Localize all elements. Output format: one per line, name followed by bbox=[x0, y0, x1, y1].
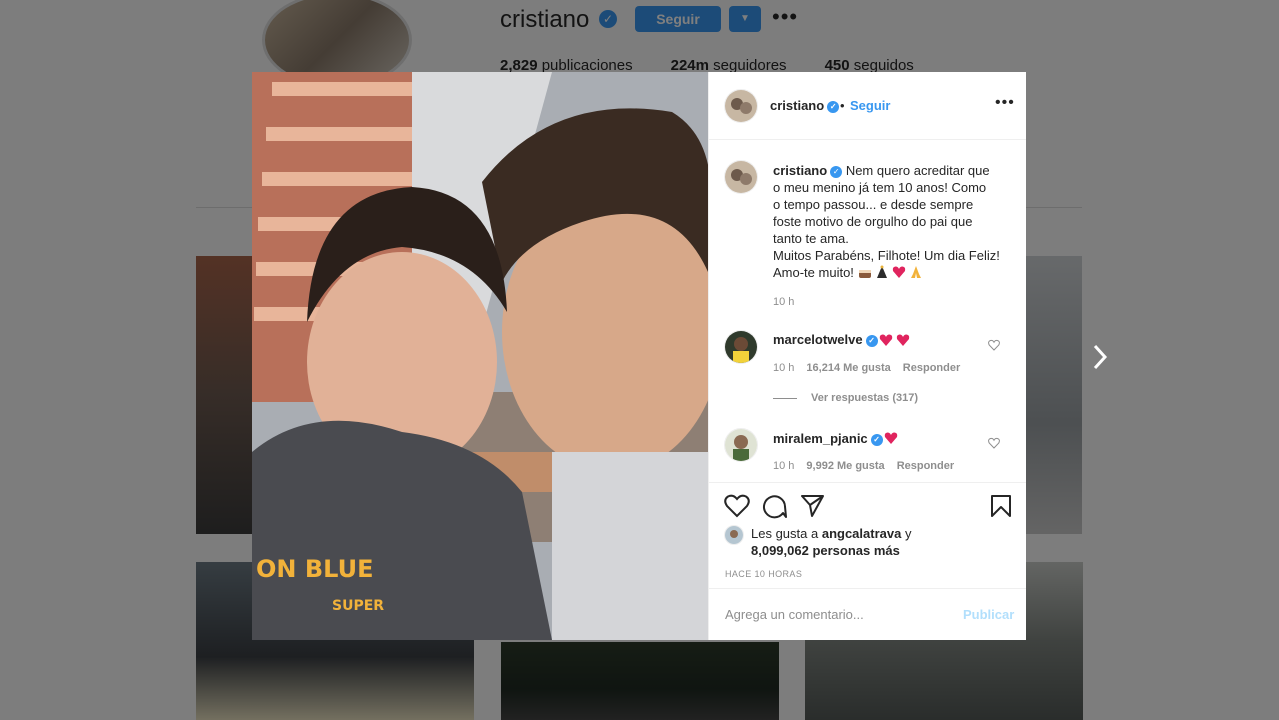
separator-dot: • bbox=[840, 98, 845, 113]
add-comment-bar: Agrega un comentario... Publicar bbox=[709, 588, 1026, 642]
likes-summary: Les gusta a angcalatrava y 8,099,062 per… bbox=[751, 525, 911, 559]
liked-by-user[interactable]: angcalatrava bbox=[822, 526, 902, 541]
comment-time: 10 h bbox=[773, 460, 795, 472]
caption-author-avatar[interactable] bbox=[724, 160, 758, 194]
praying-hands-emoji-icon bbox=[909, 265, 926, 280]
commenter-avatar[interactable] bbox=[724, 428, 758, 462]
cake-emoji-icon bbox=[858, 265, 875, 280]
like-comment-icon[interactable] bbox=[988, 437, 1000, 449]
chevron-right-icon[interactable] bbox=[1092, 343, 1112, 373]
comment-meta: 10 h 16,214 Me gusta Responder bbox=[773, 362, 960, 374]
commenter-avatar[interactable] bbox=[724, 330, 758, 364]
verified-icon: ✓ bbox=[827, 100, 840, 113]
share-icon[interactable] bbox=[800, 494, 825, 518]
verified-icon: ✓ bbox=[870, 433, 883, 446]
post-follow-button[interactable]: Seguir bbox=[850, 98, 890, 113]
more-options-icon[interactable]: ••• bbox=[995, 94, 1015, 112]
post-timestamp[interactable]: HACE 10 HORAS bbox=[725, 569, 802, 579]
liker-avatar[interactable] bbox=[724, 525, 744, 545]
verified-icon: ✓ bbox=[830, 165, 843, 178]
reply-button[interactable]: Responder bbox=[903, 362, 960, 374]
comment-time: 10 h bbox=[773, 362, 795, 374]
caption-line: Nem quero acreditar que bbox=[845, 163, 990, 178]
caption-line: Amo-te muito! bbox=[773, 265, 854, 280]
comment-input[interactable]: Agrega un comentario... bbox=[725, 607, 864, 622]
verified-icon: ✓ bbox=[865, 334, 878, 347]
post-header: cristiano ✓ • Seguir ••• bbox=[709, 72, 1026, 140]
post-photo[interactable]: ON BLUE SUPER bbox=[252, 72, 708, 640]
post-actions: Les gusta a angcalatrava y 8,099,062 per… bbox=[709, 482, 1026, 641]
red-heart-emoji-icon bbox=[892, 265, 909, 280]
comment-username[interactable]: marcelotwelve ✓ bbox=[773, 332, 878, 347]
svg-text:ON BLUE: ON BLUE bbox=[256, 555, 373, 583]
view-replies-label: Ver respuestas (317) bbox=[811, 392, 919, 404]
like-heart-icon[interactable] bbox=[724, 494, 750, 518]
caption-time: 10 h bbox=[773, 296, 795, 308]
caption-line: foste motivo de orgulho do pai que bbox=[773, 214, 973, 229]
liked-by-suffix: y bbox=[904, 526, 912, 541]
likes-count[interactable]: 8,099,062 personas más bbox=[751, 543, 900, 558]
publish-button[interactable]: Publicar bbox=[963, 607, 1014, 622]
caption-line: o tempo passou... e desde sempre bbox=[773, 197, 974, 212]
post-caption: cristiano ✓ Nem quero acreditar que o meu… bbox=[773, 162, 1013, 281]
reply-button[interactable]: Responder bbox=[897, 460, 954, 472]
post-author-username[interactable]: cristiano ✓ bbox=[770, 98, 840, 113]
caption-line: Muitos Parabéns, Filhote! Um dia Feliz! bbox=[773, 248, 1000, 263]
post-modal: ON BLUE SUPER cristiano ✓ • Seguir ••• cr… bbox=[252, 72, 1026, 640]
caption-line: o meu menino já tem 10 anos! Como bbox=[773, 180, 987, 195]
like-comment-icon[interactable] bbox=[988, 339, 1000, 351]
red-heart-emoji-icon bbox=[884, 430, 901, 448]
caption-line: tanto te ama. bbox=[773, 231, 849, 246]
comment-meta: 10 h 9,992 Me gusta Responder bbox=[773, 460, 954, 472]
svg-text:SUPER: SUPER bbox=[332, 598, 384, 614]
comment-likes[interactable]: 16,214 Me gusta bbox=[806, 362, 890, 374]
liked-by-prefix: Les gusta a bbox=[751, 526, 819, 541]
red-heart-emoji-icon bbox=[879, 332, 913, 350]
caption-author[interactable]: cristiano bbox=[773, 163, 827, 178]
post-side-panel: cristiano ✓ • Seguir ••• cristiano ✓ Nem q… bbox=[708, 72, 1026, 640]
comment-likes[interactable]: 9,992 Me gusta bbox=[806, 460, 884, 472]
view-replies-button[interactable]: Ver respuestas (317) bbox=[773, 392, 918, 404]
comment-icon[interactable] bbox=[762, 494, 787, 519]
author-avatar[interactable] bbox=[724, 89, 758, 123]
comment-username[interactable]: miralem_pjanic ✓ bbox=[773, 431, 883, 446]
save-bookmark-icon[interactable] bbox=[990, 494, 1012, 518]
party-hat-emoji-icon bbox=[875, 265, 892, 280]
